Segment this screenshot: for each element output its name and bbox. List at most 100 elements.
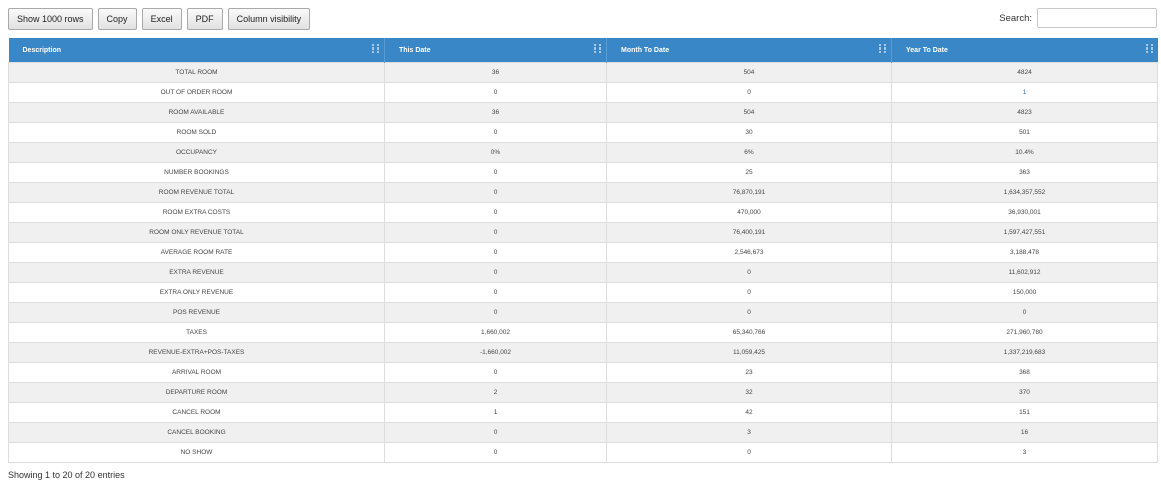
month-to-date-cell: 3 [606,422,892,443]
this-date-cell: 36 [384,62,607,83]
description-cell: NO SHOW [8,442,385,463]
table-row: AVERAGE ROOM RATE 0 2,546,673 3,188,478 [8,242,1158,263]
this-date-cell: 0 [384,162,607,183]
table-header-row: Description This Date Month To Date Year… [8,38,1158,63]
description-cell: ROOM REVENUE TOTAL [8,182,385,203]
copy-button[interactable]: Copy [97,8,137,30]
export-toolbar: Show 1000 rows Copy Excel PDF Column vis… [8,8,311,30]
table-row: ROOM AVAILABLE 36 504 4823 [8,102,1158,123]
sort-icon[interactable] [372,43,379,52]
column-visibility-button[interactable]: Column visibility [227,8,311,30]
table-row: ROOM ONLY REVENUE TOTAL 0 76,400,191 1,597,… [8,222,1158,243]
year-to-date-cell: 151 [891,402,1158,423]
sort-icon[interactable] [879,43,886,52]
month-to-date-cell: 32 [606,382,892,403]
this-date-cell: 0 [384,422,607,443]
this-date-cell: -1,660,002 [384,342,607,363]
year-to-date-cell: 4823 [891,102,1158,123]
year-to-date-cell: 363 [891,162,1158,183]
description-cell: TAXES [8,322,385,343]
report-table: Description This Date Month To Date Year… [8,38,1158,463]
table-row: NO SHOW 0 0 3 [8,442,1158,463]
table-row: TOTAL ROOM 36 504 4824 [8,62,1158,83]
table-row: ROOM SOLD 0 30 501 [8,122,1158,143]
this-date-cell: 0 [384,362,607,383]
description-cell: OUT OF ORDER ROOM [8,82,385,103]
column-header-label: Year To Date [906,46,948,54]
search-input[interactable] [1037,8,1157,28]
this-date-cell: 0 [384,222,607,243]
year-to-date-cell: 368 [891,362,1158,383]
pdf-button[interactable]: PDF [186,8,223,30]
year-to-date-cell: 1,634,357,552 [891,182,1158,203]
description-cell: EXTRA REVENUE [8,262,385,283]
description-cell: POS REVENUE [8,302,385,323]
description-cell: DEPARTURE ROOM [8,382,385,403]
year-to-date-cell: 1 [891,82,1158,103]
column-header-label: Month To Date [621,46,670,54]
table-row: DEPARTURE ROOM 2 32 370 [8,382,1158,403]
table-row: ARRIVAL ROOM 0 23 368 [8,362,1158,383]
description-cell: ARRIVAL ROOM [8,362,385,383]
month-to-date-cell: 0 [606,442,892,463]
show-rows-button[interactable]: Show 1000 rows [8,8,93,30]
table-row: NUMBER BOOKINGS 0 25 363 [8,162,1158,183]
description-cell: TOTAL ROOM [8,62,385,83]
year-to-date-cell: 10.4% [891,142,1158,163]
table-row: EXTRA ONLY REVENUE 0 0 150,000 [8,282,1158,303]
column-header-description[interactable]: Description [8,38,385,63]
description-cell: CANCEL ROOM [8,402,385,423]
this-date-cell: 1,660,002 [384,322,607,343]
search-label: Search: [999,12,1032,24]
year-to-date-cell: 1,597,427,551 [891,222,1158,243]
this-date-cell: 0 [384,122,607,143]
this-date-cell: 0 [384,282,607,303]
year-to-date-cell: 370 [891,382,1158,403]
this-date-cell: 0 [384,302,607,323]
description-cell: ROOM EXTRA COSTS [8,202,385,223]
month-to-date-cell: 0 [606,302,892,323]
year-to-date-cell: 11,602,912 [891,262,1158,283]
month-to-date-cell: 11,059,425 [606,342,892,363]
year-to-date-cell: 501 [891,122,1158,143]
month-to-date-cell: 6% [606,142,892,163]
month-to-date-cell: 76,400,191 [606,222,892,243]
this-date-cell: 36 [384,102,607,123]
this-date-cell: 0 [384,82,607,103]
month-to-date-cell: 23 [606,362,892,383]
month-to-date-cell: 65,340,766 [606,322,892,343]
table-row: REVENUE-EXTRA+POS-TAXES -1,660,002 11,059,… [8,342,1158,363]
table-info: Showing 1 to 20 of 20 entries [8,470,125,480]
description-cell: EXTRA ONLY REVENUE [8,282,385,303]
table-row: OUT OF ORDER ROOM 0 0 1 [8,82,1158,103]
month-to-date-cell: 504 [606,102,892,123]
month-to-date-cell: 470,000 [606,202,892,223]
month-to-date-cell: 42 [606,402,892,423]
column-header-month-to-date[interactable]: Month To Date [606,38,892,63]
table-row: OCCUPANCY 0% 6% 10.4% [8,142,1158,163]
description-cell: NUMBER BOOKINGS [8,162,385,183]
excel-button[interactable]: Excel [141,8,182,30]
search-box: Search: [999,8,1157,28]
description-cell: ROOM ONLY REVENUE TOTAL [8,222,385,243]
this-date-cell: 0% [384,142,607,163]
description-cell: OCCUPANCY [8,142,385,163]
table-body: TOTAL ROOM 36 504 4824 OUT OF ORDER ROOM 0 0 1 R… [8,62,1158,463]
month-to-date-cell: 2,546,673 [606,242,892,263]
month-to-date-cell: 76,870,191 [606,182,892,203]
column-header-label: This Date [399,46,431,54]
table-row: TAXES 1,660,002 65,340,766 271,960,780 [8,322,1158,343]
column-header-year-to-date[interactable]: Year To Date [891,38,1158,63]
description-cell: ROOM AVAILABLE [8,102,385,123]
year-to-date-cell: 3 [891,442,1158,463]
description-cell: CANCEL BOOKING [8,422,385,443]
sort-icon[interactable] [594,43,601,52]
year-to-date-cell: 3,188,478 [891,242,1158,263]
this-date-cell: 0 [384,202,607,223]
month-to-date-cell: 0 [606,262,892,283]
column-header-this-date[interactable]: This Date [384,38,607,63]
this-date-cell: 0 [384,242,607,263]
sort-icon[interactable] [1145,43,1153,52]
year-to-date-cell: 0 [891,302,1158,323]
table-row: EXTRA REVENUE 0 0 11,602,912 [8,262,1158,283]
